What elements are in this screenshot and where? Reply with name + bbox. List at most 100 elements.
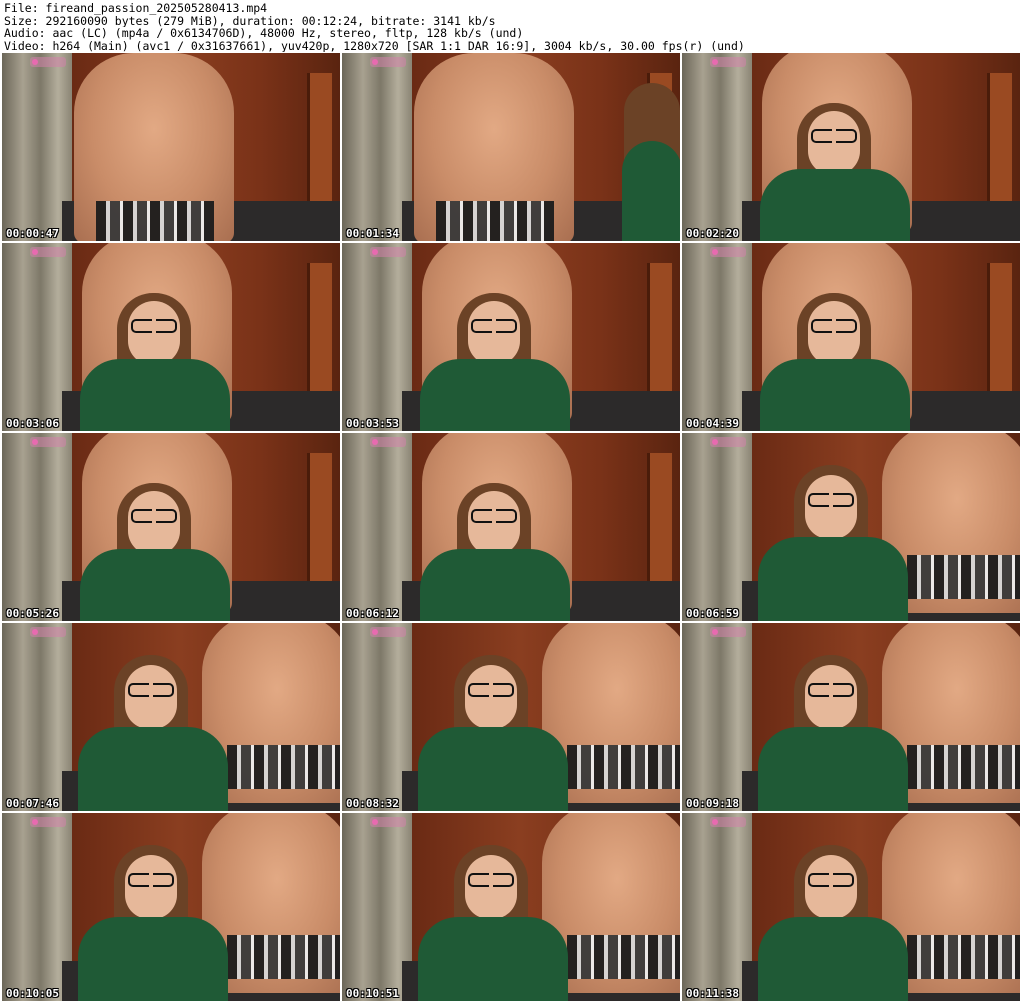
- overlay-dot: [32, 249, 38, 255]
- eyeglasses: [468, 683, 514, 697]
- face: [125, 665, 177, 729]
- video-thumbnail[interactable]: 00:00:47: [2, 53, 340, 241]
- green-shirt: [80, 549, 230, 621]
- overlay-dot: [32, 629, 38, 635]
- eyeglasses: [808, 493, 854, 507]
- timestamp-label: 00:04:39: [686, 417, 739, 430]
- overlay-dot: [372, 629, 378, 635]
- green-shirt: [760, 169, 910, 241]
- timestamp-label: 00:05:26: [6, 607, 59, 620]
- file-info-header: File: fireand_passion_202505280413.mp4 S…: [4, 2, 1020, 52]
- overlay-dot: [32, 59, 38, 65]
- timestamp-label: 00:10:51: [346, 987, 399, 1000]
- green-shirt: [622, 141, 680, 241]
- timestamp-label: 00:01:34: [346, 227, 399, 240]
- timestamp-label: 00:03:53: [346, 417, 399, 430]
- video-thumbnail[interactable]: 00:04:39: [682, 243, 1020, 431]
- overlay-dot: [372, 59, 378, 65]
- face: [468, 491, 520, 555]
- eyeglasses: [131, 509, 177, 523]
- eyeglasses: [471, 319, 517, 333]
- timestamp-label: 00:00:47: [6, 227, 59, 240]
- overlay-dot: [372, 249, 378, 255]
- overlay-dot: [32, 439, 38, 445]
- thumbnail-grid: 00:00:47 00:01:34 00:02:20 00:03:06 00:03:53…: [0, 53, 1024, 1003]
- video-thumbnail[interactable]: 00:03:06: [2, 243, 340, 431]
- plaid-shorts: [436, 201, 554, 241]
- overlay-dot: [712, 629, 718, 635]
- timestamp-label: 00:08:32: [346, 797, 399, 810]
- timestamp-label: 00:07:46: [6, 797, 59, 810]
- overlay-dot: [712, 59, 718, 65]
- green-shirt: [420, 549, 570, 621]
- face: [808, 301, 860, 365]
- plaid-shorts: [227, 745, 340, 789]
- green-shirt: [78, 917, 228, 1001]
- audio-info-line: Audio: aac (LC) (mp4a / 0x6134706D), 480…: [4, 27, 524, 40]
- plaid-shorts: [96, 201, 214, 241]
- eyeglasses: [131, 319, 177, 333]
- overlay-dot: [712, 249, 718, 255]
- plaid-shorts: [907, 935, 1020, 979]
- eyeglasses: [471, 509, 517, 523]
- eyeglasses: [811, 319, 857, 333]
- face: [805, 475, 857, 539]
- green-shirt: [80, 359, 230, 431]
- overlay-dot: [32, 819, 38, 825]
- green-shirt: [418, 917, 568, 1001]
- plaid-shorts: [907, 555, 1020, 599]
- timestamp-label: 00:10:05: [6, 987, 59, 1000]
- face: [465, 855, 517, 919]
- video-thumbnail[interactable]: 00:06:59: [682, 433, 1020, 621]
- green-shirt: [758, 727, 908, 811]
- green-shirt: [760, 359, 910, 431]
- green-shirt: [420, 359, 570, 431]
- face: [128, 301, 180, 365]
- timestamp-label: 00:11:38: [686, 987, 739, 1000]
- timestamp-label: 00:06:12: [346, 607, 399, 620]
- video-thumbnail[interactable]: 00:01:34: [342, 53, 680, 241]
- face: [468, 301, 520, 365]
- video-thumbnail[interactable]: 00:10:51: [342, 813, 680, 1001]
- video-thumbnail[interactable]: 00:05:26: [2, 433, 340, 621]
- plaid-shorts: [567, 745, 680, 789]
- overlay-dot: [712, 439, 718, 445]
- overlay-dot: [712, 819, 718, 825]
- face: [465, 665, 517, 729]
- plaid-shorts: [567, 935, 680, 979]
- face: [125, 855, 177, 919]
- video-info-line: Video: h264 (Main) (avc1 / 0x31637661), …: [4, 39, 745, 53]
- face: [805, 665, 857, 729]
- green-shirt: [758, 917, 908, 1001]
- face: [128, 491, 180, 555]
- video-thumbnail[interactable]: 00:08:32: [342, 623, 680, 811]
- timestamp-label: 00:09:18: [686, 797, 739, 810]
- video-thumbnail[interactable]: 00:03:53: [342, 243, 680, 431]
- face: [805, 855, 857, 919]
- plaid-shorts: [227, 935, 340, 979]
- eyeglasses: [811, 129, 857, 143]
- video-thumbnail[interactable]: 00:11:38: [682, 813, 1020, 1001]
- video-thumbnail[interactable]: 00:02:20: [682, 53, 1020, 241]
- video-thumbnail[interactable]: 00:09:18: [682, 623, 1020, 811]
- plaid-shorts: [907, 745, 1020, 789]
- overlay-dot: [372, 439, 378, 445]
- timestamp-label: 00:06:59: [686, 607, 739, 620]
- eyeglasses: [128, 683, 174, 697]
- eyeglasses: [468, 873, 514, 887]
- eyeglasses: [808, 683, 854, 697]
- file-name-line: File: fireand_passion_202505280413.mp4: [4, 2, 268, 15]
- green-shirt: [758, 537, 908, 621]
- file-size-line: Size: 292160090 bytes (279 MiB), duratio…: [4, 14, 496, 28]
- video-thumbnail[interactable]: 00:07:46: [2, 623, 340, 811]
- video-thumbnail[interactable]: 00:10:05: [2, 813, 340, 1001]
- video-thumbnail[interactable]: 00:06:12: [342, 433, 680, 621]
- timestamp-label: 00:03:06: [6, 417, 59, 430]
- timestamp-label: 00:02:20: [686, 227, 739, 240]
- green-shirt: [418, 727, 568, 811]
- eyeglasses: [808, 873, 854, 887]
- eyeglasses: [128, 873, 174, 887]
- green-shirt: [78, 727, 228, 811]
- overlay-dot: [372, 819, 378, 825]
- face: [808, 111, 860, 175]
